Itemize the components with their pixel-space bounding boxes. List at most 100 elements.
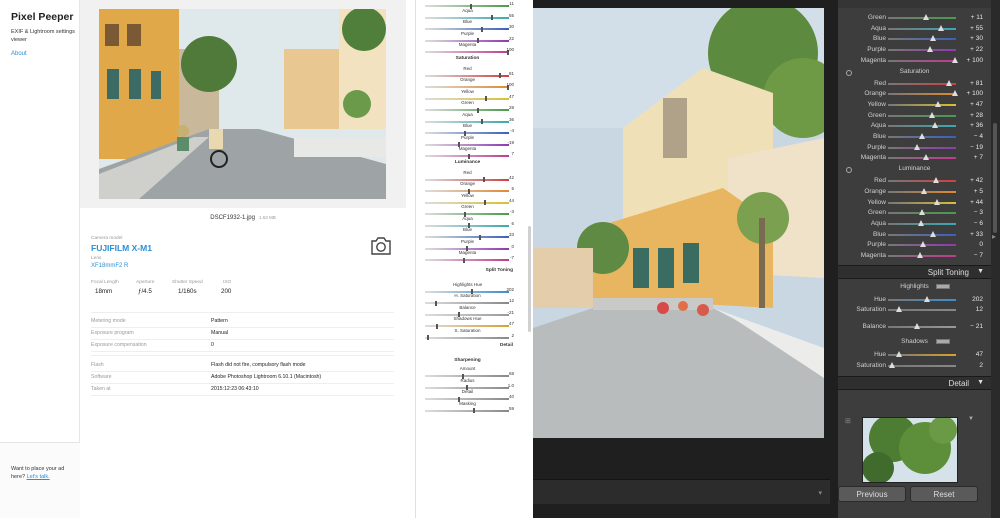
slider-handle[interactable]	[473, 408, 476, 413]
lr-slider-thumb[interactable]	[935, 100, 942, 107]
lr-slider-thumb[interactable]	[889, 361, 896, 368]
scrollbar-knob[interactable]	[528, 226, 531, 332]
lr-slider-row[interactable]: Magenta − 7	[838, 250, 991, 261]
lr-slider-row[interactable]: Red + 42	[838, 175, 991, 186]
lr-slider-track[interactable]	[888, 361, 956, 368]
chevron-down-icon[interactable]: ▾	[818, 489, 822, 497]
lr-slider-track[interactable]	[888, 143, 956, 150]
lr-slider-track[interactable]	[888, 252, 956, 258]
lr-slider-row[interactable]: Aqua + 55	[838, 23, 991, 34]
lr-slider-thumb[interactable]	[895, 306, 902, 313]
previous-button[interactable]: Previous	[838, 486, 906, 502]
lr-slider-row[interactable]: Purple + 22	[838, 44, 991, 55]
lr-slider-thumb[interactable]	[896, 350, 903, 357]
lr-slider-row[interactable]: Saturation 12	[838, 304, 991, 315]
lr-slider-thumb[interactable]	[952, 90, 958, 97]
lr-slider-row[interactable]: Magenta + 7	[838, 152, 991, 163]
lr-slider-row[interactable]: Purple − 19	[838, 142, 991, 153]
lr-slider-thumb[interactable]	[922, 154, 929, 161]
lr-slider-row[interactable]: Blue + 30	[838, 33, 991, 44]
lr-slider-row[interactable]: Orange + 5	[838, 186, 991, 197]
camera-model-link[interactable]: FUJIFILM X-M1	[91, 243, 152, 253]
adjustments-scrollbar[interactable]	[526, 0, 533, 518]
lr-slider-track[interactable]	[888, 14, 956, 20]
lr-slider-track[interactable]	[888, 306, 956, 313]
lr-slider-track[interactable]	[888, 133, 956, 139]
adjust-slider[interactable]	[425, 335, 509, 340]
lr-slider-thumb[interactable]	[945, 79, 952, 86]
brand-title[interactable]: Pixel Peeper	[11, 11, 73, 23]
lr-slider-thumb[interactable]	[928, 111, 935, 118]
lr-slider-track[interactable]	[888, 295, 956, 302]
lr-slider-track[interactable]	[888, 90, 958, 97]
lr-slider-track[interactable]	[888, 46, 956, 53]
lr-slider-thumb[interactable]	[920, 241, 926, 248]
lr-slider-row[interactable]: Yellow + 47	[838, 99, 991, 110]
slider-handle[interactable]	[468, 153, 471, 159]
lr-slider-row[interactable]: Aqua − 6	[838, 218, 991, 229]
lr-slider-thumb[interactable]	[923, 295, 930, 302]
lr-slider-track[interactable]	[888, 241, 956, 248]
lr-slider-track[interactable]	[888, 323, 956, 330]
lr-slider-track[interactable]	[888, 122, 956, 129]
lr-slider-thumb[interactable]	[931, 122, 938, 129]
lr-slider-thumb[interactable]	[929, 35, 936, 42]
lr-slider-thumb[interactable]	[934, 198, 941, 205]
lr-slider-row[interactable]: Magenta + 100	[838, 55, 991, 66]
lr-slider-row[interactable]: Balance − 21	[838, 321, 991, 332]
lr-slider-track[interactable]	[888, 187, 956, 194]
slider-handle[interactable]	[462, 257, 465, 263]
lr-slider-row[interactable]: Hue 47	[838, 349, 991, 360]
lens-link[interactable]: XF18mmF2 R	[91, 263, 128, 269]
lr-slider-thumb[interactable]	[921, 187, 928, 194]
lr-slider-thumb[interactable]	[952, 56, 958, 63]
lr-slider-row[interactable]: Red + 81	[838, 78, 991, 89]
lr-slider-row[interactable]: Aqua + 36	[838, 120, 991, 131]
lr-slider-track[interactable]	[888, 35, 956, 42]
highlights-color-swatch[interactable]	[936, 283, 950, 289]
adjust-slider[interactable]	[425, 257, 509, 263]
collapse-triangle-icon[interactable]: ▼	[977, 379, 984, 386]
lr-slider-row[interactable]: Yellow + 44	[838, 197, 991, 208]
lr-slider-row[interactable]: Blue − 4	[838, 131, 991, 142]
lr-slider-thumb[interactable]	[918, 219, 925, 226]
lr-slider-row[interactable]: Saturation 2	[838, 360, 991, 371]
lr-slider-row[interactable]: Blue + 33	[838, 229, 991, 240]
lr-slider-track[interactable]	[888, 100, 956, 107]
lr-slider-thumb[interactable]	[918, 209, 925, 216]
slider-handle[interactable]	[426, 335, 429, 340]
lr-slider-thumb[interactable]	[937, 24, 944, 31]
lr-slider-thumb[interactable]	[917, 252, 924, 258]
lr-split-toning-header[interactable]: Split Toning ▼	[838, 264, 991, 279]
lr-slider-thumb[interactable]	[930, 230, 937, 237]
lr-slider-track[interactable]	[888, 350, 956, 357]
collapse-triangle-icon[interactable]: ▼	[968, 416, 974, 422]
lr-slider-track[interactable]	[888, 177, 956, 184]
lr-slider-row[interactable]: Hue 202	[838, 294, 991, 305]
ad-link[interactable]: Let's talk.	[27, 474, 50, 480]
lr-slider-thumb[interactable]	[933, 177, 940, 184]
lr-detail-header[interactable]: Detail ▼	[838, 376, 991, 391]
shadows-color-swatch[interactable]	[936, 338, 950, 344]
lr-slider-row[interactable]: Green + 11	[838, 12, 991, 23]
lr-slider-track[interactable]	[888, 79, 956, 86]
lr-slider-track[interactable]	[888, 209, 956, 216]
lr-slider-track[interactable]	[888, 24, 956, 31]
about-link[interactable]: About	[11, 51, 27, 57]
lr-slider-thumb[interactable]	[918, 133, 925, 139]
collapse-triangle-icon[interactable]: ▼	[977, 268, 984, 275]
lr-slider-thumb[interactable]	[913, 323, 920, 330]
collapse-arrow-icon[interactable]: ▸	[992, 232, 996, 241]
lr-slider-row[interactable]: Green + 28	[838, 110, 991, 121]
lr-slider-track[interactable]	[888, 198, 956, 205]
reset-button[interactable]: Reset	[910, 486, 978, 502]
lr-slider-row[interactable]: Purple 0	[838, 239, 991, 250]
lr-slider-thumb[interactable]	[914, 143, 921, 150]
lr-slider-track[interactable]	[888, 56, 958, 63]
zoom-grip-icon[interactable]: ⊞	[845, 417, 851, 425]
adjust-slider[interactable]	[425, 408, 509, 413]
lr-slider-track[interactable]	[888, 154, 956, 161]
lr-slider-track[interactable]	[888, 230, 956, 237]
lr-slider-row[interactable]: Orange + 100	[838, 88, 991, 99]
adjust-slider[interactable]	[425, 153, 509, 159]
